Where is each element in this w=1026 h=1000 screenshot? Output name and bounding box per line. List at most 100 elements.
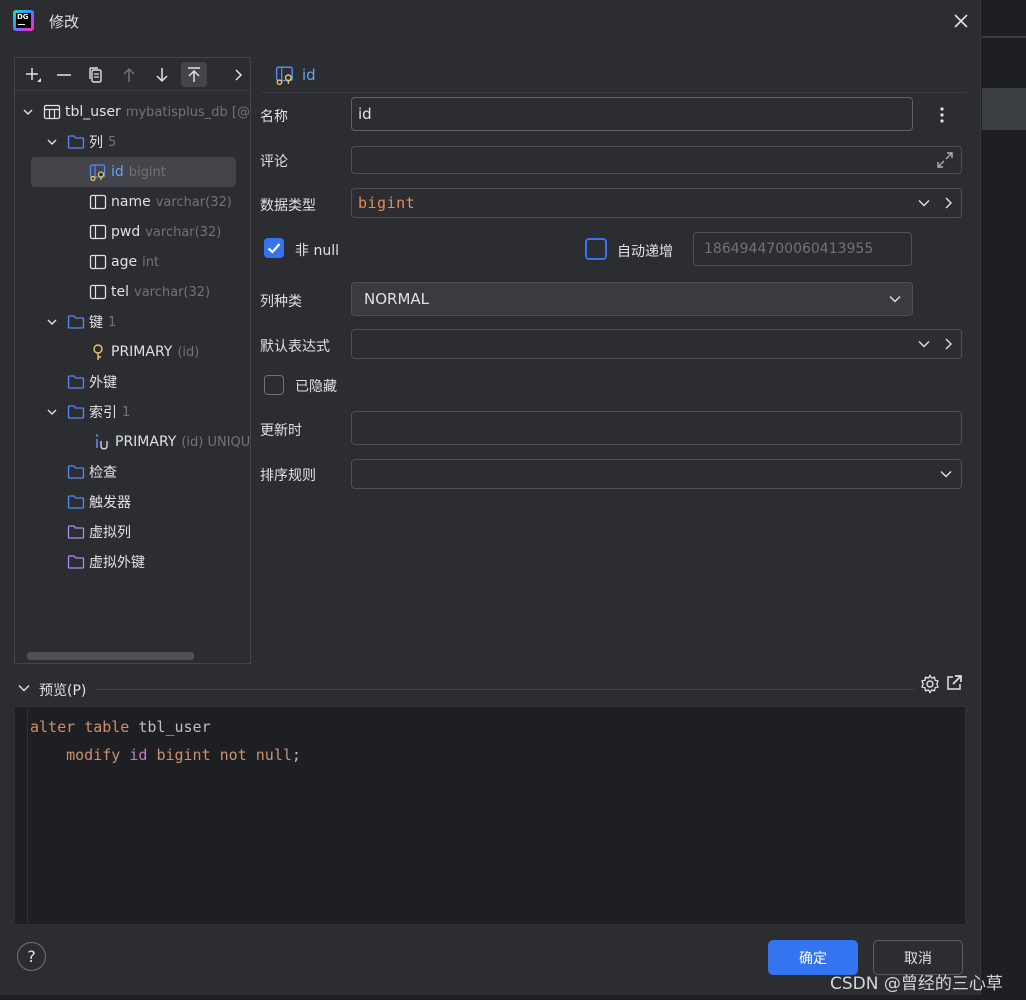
preview-settings-button[interactable] [919, 673, 941, 699]
tree-item-virtual-foreign-keys-folder[interactable]: 虚拟外键 [67, 547, 145, 577]
on-update-field[interactable] [351, 411, 962, 445]
tree-item-column-age[interactable]: age int [89, 247, 159, 277]
sql-preview[interactable]: alter table tbl_user modify id bigint no… [14, 706, 966, 925]
keys-count: 1 [108, 314, 117, 330]
comment-label: 评论 [260, 154, 288, 170]
tree-item-column-name[interactable]: name varchar(32) [89, 187, 232, 217]
preview-label[interactable]: 预览(P) [39, 680, 86, 700]
dialog-title: 修改 [49, 13, 80, 31]
expand-icon[interactable] [935, 150, 955, 170]
key-name: PRIMARY [111, 344, 173, 360]
column-kind-select[interactable]: NORMAL [351, 282, 913, 316]
folder-icon [67, 313, 85, 331]
default-expression-field[interactable] [351, 329, 962, 359]
external-link-icon [947, 675, 962, 690]
sql-keyword: table [84, 718, 130, 736]
chevron-down-icon [889, 296, 901, 303]
tree-item-primary-key[interactable]: PRIMARY (id) [89, 337, 199, 367]
index-name: PRIMARY [115, 434, 177, 450]
tree-item-virtual-columns-folder[interactable]: 虚拟列 [67, 517, 131, 547]
tree-item-column-tel[interactable]: tel varchar(32) [89, 277, 210, 307]
chevron-down-icon[interactable] [917, 337, 931, 351]
column-tab[interactable]: id [275, 65, 316, 85]
column-icon [89, 193, 107, 211]
move-to-top-button[interactable] [181, 62, 207, 87]
tree-item-keys-folder[interactable]: 键 1 [45, 307, 116, 337]
indexes-count: 1 [122, 404, 131, 420]
tree-item-foreign-keys-folder[interactable]: 外键 [67, 367, 117, 397]
column-kind-label: 列种类 [260, 294, 302, 310]
key-columns: (id) [177, 344, 200, 360]
triggers-label: 触发器 [89, 495, 131, 511]
column-tab-label: id [302, 66, 316, 84]
help-button[interactable]: ? [17, 942, 46, 971]
chevron-right-icon[interactable] [941, 337, 955, 351]
sql-terminator: ; [291, 746, 301, 764]
column-type: varchar(32) [145, 224, 222, 240]
tree-toolbar [15, 58, 250, 91]
comment-field[interactable] [351, 146, 962, 174]
column-name: tel [111, 284, 129, 300]
columns-count: 5 [108, 134, 117, 150]
help-icon: ? [27, 947, 36, 966]
hidden-label: 已隐藏 [295, 379, 337, 395]
chevron-down-icon[interactable] [45, 406, 59, 418]
copy-button[interactable] [83, 62, 109, 87]
column-name: age [111, 254, 138, 270]
sql-keyword: alter [30, 718, 76, 736]
checks-label: 检查 [89, 465, 117, 481]
more-toolbar-button[interactable] [225, 62, 250, 87]
chevron-down-icon[interactable] [45, 136, 59, 148]
tree-item-indexes-folder[interactable]: 索引 1 [45, 397, 130, 427]
datagrip-logo-icon: DG [13, 10, 34, 31]
tree-item-triggers-folder[interactable]: 触发器 [67, 487, 131, 517]
copy-icon [89, 66, 102, 83]
chevron-down-icon[interactable] [45, 316, 59, 328]
column-icon [89, 253, 107, 271]
column-type: varchar(32) [155, 194, 232, 210]
horizontal-scrollbar[interactable] [27, 652, 194, 660]
arrow-to-top-icon [188, 66, 200, 82]
name-field[interactable]: id [351, 97, 913, 131]
more-options-button[interactable] [932, 104, 952, 126]
arrow-down-icon [156, 67, 168, 82]
virtual-foreign-keys-label: 虚拟外键 [89, 555, 145, 571]
columns-folder-label: 列 [89, 135, 103, 151]
chevron-down-icon[interactable] [917, 196, 931, 210]
on-update-label: 更新时 [260, 423, 302, 439]
minus-icon [57, 73, 71, 76]
auto-increment-value: 1864944700060413955 [704, 241, 874, 257]
tree-item-column-id[interactable]: id bigint [31, 157, 236, 187]
add-button[interactable] [20, 62, 46, 87]
remove-button[interactable] [51, 62, 77, 87]
not-null-checkbox[interactable] [264, 238, 284, 258]
move-up-button[interactable] [116, 62, 142, 87]
column-icon [89, 283, 107, 301]
hidden-checkbox[interactable] [264, 375, 284, 395]
collation-select[interactable] [351, 459, 962, 489]
sql-keyword: not null [219, 746, 292, 764]
chevron-right-icon[interactable] [941, 196, 955, 210]
column-type: int [142, 254, 160, 270]
auto-increment-checkbox[interactable] [585, 238, 607, 260]
editor-gutter [27, 707, 28, 924]
table-name: tbl_user [65, 104, 121, 120]
preview-header: 预览(P) [14, 674, 966, 700]
datatype-field[interactable]: bigint [351, 188, 962, 218]
auto-increment-field[interactable]: 1864944700060413955 [693, 232, 912, 266]
open-in-editor-button[interactable] [944, 673, 964, 697]
tree-item-checks-folder[interactable]: 检查 [67, 457, 117, 487]
background-window-panel [982, 88, 1026, 130]
tree-item-column-pwd[interactable]: pwd varchar(32) [89, 217, 221, 247]
default-expression-label: 默认表达式 [260, 339, 330, 355]
tree-item-table[interactable]: tbl_user mybatisplus_db [@ [21, 97, 250, 127]
chevron-down-icon[interactable] [21, 106, 35, 118]
close-button[interactable] [950, 10, 972, 32]
preview-toggle[interactable] [17, 681, 31, 699]
name-label: 名称 [260, 109, 288, 125]
column-icon [89, 223, 107, 241]
move-down-button[interactable] [149, 62, 175, 87]
tree-item-primary-index[interactable]: PRIMARY (id) UNIQU [93, 427, 250, 457]
virtual-columns-label: 虚拟列 [89, 525, 131, 541]
tree-item-columns-folder[interactable]: 列 5 [45, 127, 116, 157]
